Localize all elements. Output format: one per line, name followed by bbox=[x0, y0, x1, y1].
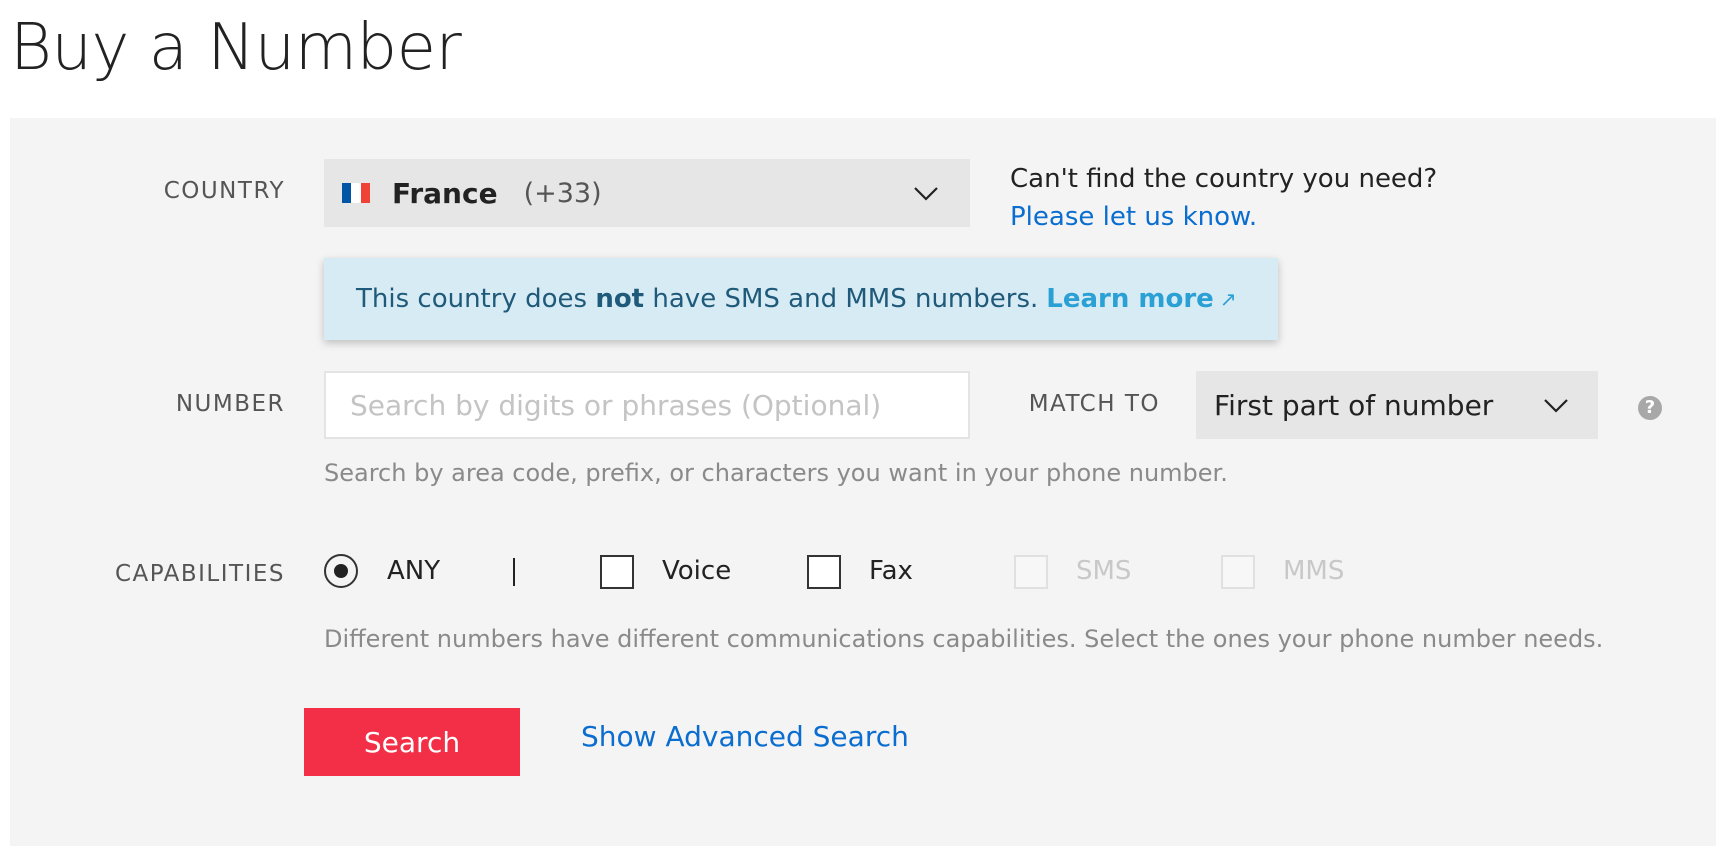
fax-label: Fax bbox=[869, 556, 913, 586]
fax-checkbox[interactable] bbox=[807, 555, 841, 589]
country-name: France bbox=[392, 176, 498, 210]
notice-text-after: have SMS and MMS numbers. bbox=[644, 284, 1039, 314]
help-icon[interactable]: ? bbox=[1638, 396, 1662, 420]
let-us-know-link[interactable]: Please let us know. bbox=[1010, 198, 1437, 236]
country-help-question: Can't find the country you need? bbox=[1010, 164, 1438, 194]
learn-more-link[interactable]: Learn more bbox=[1046, 284, 1214, 314]
match-to-label: MATCH TO bbox=[1028, 391, 1160, 417]
mms-label: MMS bbox=[1283, 556, 1345, 586]
capabilities-hint: Different numbers have different communi… bbox=[324, 625, 1604, 653]
voice-label: Voice bbox=[662, 556, 732, 586]
page-title: Buy a Number bbox=[10, 11, 462, 85]
match-to-select[interactable]: First part of number bbox=[1196, 371, 1598, 439]
sms-label: SMS bbox=[1076, 556, 1132, 586]
notice-text-before: This country does bbox=[356, 284, 596, 314]
mms-checkbox bbox=[1221, 555, 1255, 589]
country-label: COUNTRY bbox=[163, 178, 285, 204]
sms-notice: This country does not have SMS and MMS n… bbox=[324, 258, 1278, 340]
search-button[interactable]: Search bbox=[304, 708, 520, 776]
country-code: (+33) bbox=[523, 177, 602, 209]
any-radio[interactable] bbox=[324, 554, 358, 588]
divider bbox=[513, 558, 515, 586]
voice-checkbox[interactable] bbox=[600, 555, 634, 589]
number-search-input[interactable] bbox=[324, 371, 970, 439]
capabilities-label: CAPABILITIES bbox=[114, 561, 285, 587]
chevron-down-icon bbox=[914, 187, 938, 201]
france-flag-icon bbox=[342, 183, 370, 203]
show-advanced-search-link[interactable]: Show Advanced Search bbox=[581, 720, 909, 753]
sms-checkbox bbox=[1014, 555, 1048, 589]
number-hint: Search by area code, prefix, or characte… bbox=[324, 459, 1228, 487]
country-select[interactable]: France (+33) bbox=[324, 159, 970, 227]
match-to-value: First part of number bbox=[1214, 388, 1494, 422]
country-help: Can't find the country you need? Please … bbox=[1010, 160, 1437, 236]
external-link-icon: ↗ bbox=[1219, 287, 1237, 311]
number-label: NUMBER bbox=[175, 391, 285, 417]
chevron-down-icon bbox=[1544, 399, 1568, 413]
any-label: ANY bbox=[387, 556, 441, 586]
notice-text-bold: not bbox=[595, 284, 645, 314]
